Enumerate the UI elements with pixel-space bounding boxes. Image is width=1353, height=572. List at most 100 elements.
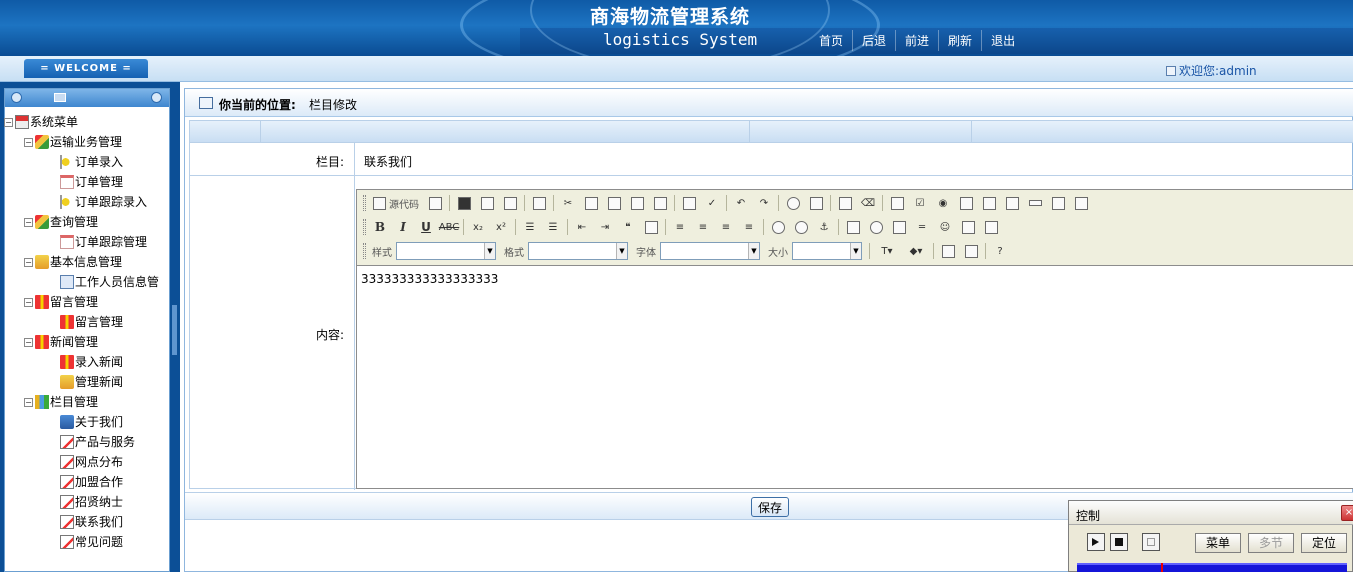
tree-group-query[interactable]: − 查询管理 bbox=[4, 212, 170, 232]
italic-icon[interactable]: I bbox=[393, 218, 413, 236]
image-icon[interactable] bbox=[843, 218, 863, 236]
replace-icon[interactable] bbox=[806, 194, 826, 212]
player-progress-track[interactable] bbox=[1077, 563, 1347, 572]
align-justify-icon[interactable]: ≡ bbox=[739, 218, 759, 236]
collapse-icon[interactable]: − bbox=[24, 337, 33, 347]
tree-group-basic-info[interactable]: − 基本信息管理 bbox=[4, 252, 170, 272]
maximize-icon[interactable] bbox=[938, 242, 958, 260]
hidden-field-icon[interactable] bbox=[1071, 194, 1091, 212]
paste-text-icon[interactable] bbox=[627, 194, 647, 212]
collapse-icon[interactable]: − bbox=[24, 397, 33, 407]
blockquote-icon[interactable]: ❝ bbox=[618, 218, 638, 236]
close-icon[interactable]: × bbox=[1341, 505, 1353, 521]
tree-item-network[interactable]: 网点分布 bbox=[4, 452, 170, 472]
nav-home[interactable]: 首页 bbox=[810, 30, 852, 51]
tree-item-order-track-entry[interactable]: 订单跟踪录入 bbox=[4, 192, 170, 212]
sidebar-splitter[interactable] bbox=[172, 305, 177, 355]
editor-content[interactable]: 333333333333333333 bbox=[361, 272, 498, 286]
textarea-icon[interactable] bbox=[979, 194, 999, 212]
radio-icon[interactable]: ◉ bbox=[933, 194, 953, 212]
underline-icon[interactable]: U bbox=[416, 218, 436, 236]
nav-forward[interactable]: 前进 bbox=[895, 30, 938, 51]
spellcheck-icon[interactable]: ✓ bbox=[702, 194, 722, 212]
align-left-icon[interactable]: ≡ bbox=[670, 218, 690, 236]
tree-group-messages[interactable]: − 留言管理 bbox=[4, 292, 170, 312]
tree-item-order-manage[interactable]: 订单管理 bbox=[4, 172, 170, 192]
textfield-icon[interactable] bbox=[956, 194, 976, 212]
source-code-button[interactable]: 源代码 bbox=[370, 194, 422, 212]
paste-icon[interactable] bbox=[604, 194, 624, 212]
play-icon[interactable] bbox=[1087, 533, 1105, 551]
horizontal-rule-icon[interactable]: ═ bbox=[912, 218, 932, 236]
subscript-icon[interactable]: x₂ bbox=[468, 218, 488, 236]
flash-icon[interactable] bbox=[866, 218, 886, 236]
copy-icon[interactable] bbox=[581, 194, 601, 212]
player-titlebar[interactable]: 控制 bbox=[1069, 501, 1353, 525]
bold-icon[interactable]: B bbox=[370, 218, 390, 236]
tree-item-recruit[interactable]: 招贤纳士 bbox=[4, 492, 170, 512]
bg-color-icon[interactable]: ◆▾ bbox=[903, 242, 929, 260]
tree-item-order-entry[interactable]: 订单录入 bbox=[4, 152, 170, 172]
next-icon[interactable] bbox=[1142, 533, 1160, 551]
new-page-icon[interactable] bbox=[477, 194, 497, 212]
collapse-icon[interactable]: − bbox=[24, 297, 33, 307]
nav-back[interactable]: 后退 bbox=[852, 30, 895, 51]
cut-icon[interactable]: ✂ bbox=[558, 194, 578, 212]
tree-group-news[interactable]: − 新闻管理 bbox=[4, 332, 170, 352]
outdent-icon[interactable]: ⇤ bbox=[572, 218, 592, 236]
align-center-icon[interactable]: ≡ bbox=[693, 218, 713, 236]
tree-item-order-track-manage[interactable]: 订单跟踪管理 bbox=[4, 232, 170, 252]
find-icon[interactable] bbox=[783, 194, 803, 212]
help-icon[interactable]: ? bbox=[990, 242, 1010, 260]
tree-item-franchise[interactable]: 加盟合作 bbox=[4, 472, 170, 492]
page-break-icon[interactable] bbox=[981, 218, 1001, 236]
redo-icon[interactable]: ↷ bbox=[754, 194, 774, 212]
unordered-list-icon[interactable]: ☰ bbox=[543, 218, 563, 236]
undo-icon[interactable]: ↶ bbox=[731, 194, 751, 212]
rich-text-editor[interactable]: 源代码 ✂ ✓ ↶ ↷ ⌫ ☑ ◉ B I U ABC x₂ x² ☰ ☰ ⇤ … bbox=[356, 189, 1353, 489]
tree-item-products[interactable]: 产品与服务 bbox=[4, 432, 170, 452]
text-color-icon[interactable]: T▾ bbox=[874, 242, 900, 260]
select-all-icon[interactable] bbox=[835, 194, 855, 212]
style-select[interactable]: ▼ bbox=[396, 242, 496, 260]
tree-item-add-news[interactable]: 录入新闻 bbox=[4, 352, 170, 372]
tree-item-faq[interactable]: 常见问题 bbox=[4, 532, 170, 552]
smiley-icon[interactable]: ☺ bbox=[935, 218, 955, 236]
player-multi-button[interactable]: 多节 bbox=[1248, 533, 1294, 553]
tree-item-message-manage[interactable]: 留言管理 bbox=[4, 312, 170, 332]
anchor-icon[interactable]: ⚓ bbox=[814, 218, 834, 236]
collapse-icon[interactable]: − bbox=[4, 117, 13, 127]
player-menu-button[interactable]: 菜单 bbox=[1195, 533, 1241, 553]
tree-group-columns[interactable]: − 栏目管理 bbox=[4, 392, 170, 412]
button-field-icon[interactable] bbox=[1025, 194, 1045, 212]
special-char-icon[interactable] bbox=[958, 218, 978, 236]
stop-icon[interactable] bbox=[1110, 533, 1128, 551]
collapse-icon[interactable]: − bbox=[24, 257, 33, 267]
paste-word-icon[interactable] bbox=[650, 194, 670, 212]
table-icon[interactable] bbox=[889, 218, 909, 236]
player-locate-button[interactable]: 定位 bbox=[1301, 533, 1347, 553]
image-button-icon[interactable] bbox=[1048, 194, 1068, 212]
tree-item-manage-news[interactable]: 管理新闻 bbox=[4, 372, 170, 392]
ordered-list-icon[interactable]: ☰ bbox=[520, 218, 540, 236]
save-button[interactable]: 保存 bbox=[751, 497, 789, 517]
tree-root[interactable]: − 系统菜单 bbox=[4, 112, 170, 132]
show-blocks-icon[interactable] bbox=[961, 242, 981, 260]
checkbox-icon[interactable]: ☑ bbox=[910, 194, 930, 212]
sidebar-expand-icon[interactable] bbox=[151, 92, 162, 103]
form-icon[interactable] bbox=[887, 194, 907, 212]
font-select[interactable]: ▼ bbox=[660, 242, 760, 260]
tree-item-contact[interactable]: 联系我们 bbox=[4, 512, 170, 532]
print-preview-icon[interactable] bbox=[500, 194, 520, 212]
strike-icon[interactable]: ABC bbox=[439, 218, 460, 236]
link-icon[interactable] bbox=[768, 218, 788, 236]
tree-item-staff-info[interactable]: 工作人员信息管 bbox=[4, 272, 170, 292]
nav-refresh[interactable]: 刷新 bbox=[938, 30, 981, 51]
collapse-icon[interactable]: − bbox=[24, 137, 33, 147]
indent-icon[interactable]: ⇥ bbox=[595, 218, 615, 236]
remove-format-icon[interactable]: ⌫ bbox=[858, 194, 878, 212]
player-progress-marker[interactable] bbox=[1161, 563, 1163, 572]
unlink-icon[interactable] bbox=[791, 218, 811, 236]
tree-group-transport[interactable]: − 运输业务管理 bbox=[4, 132, 170, 152]
format-select[interactable]: ▼ bbox=[528, 242, 628, 260]
